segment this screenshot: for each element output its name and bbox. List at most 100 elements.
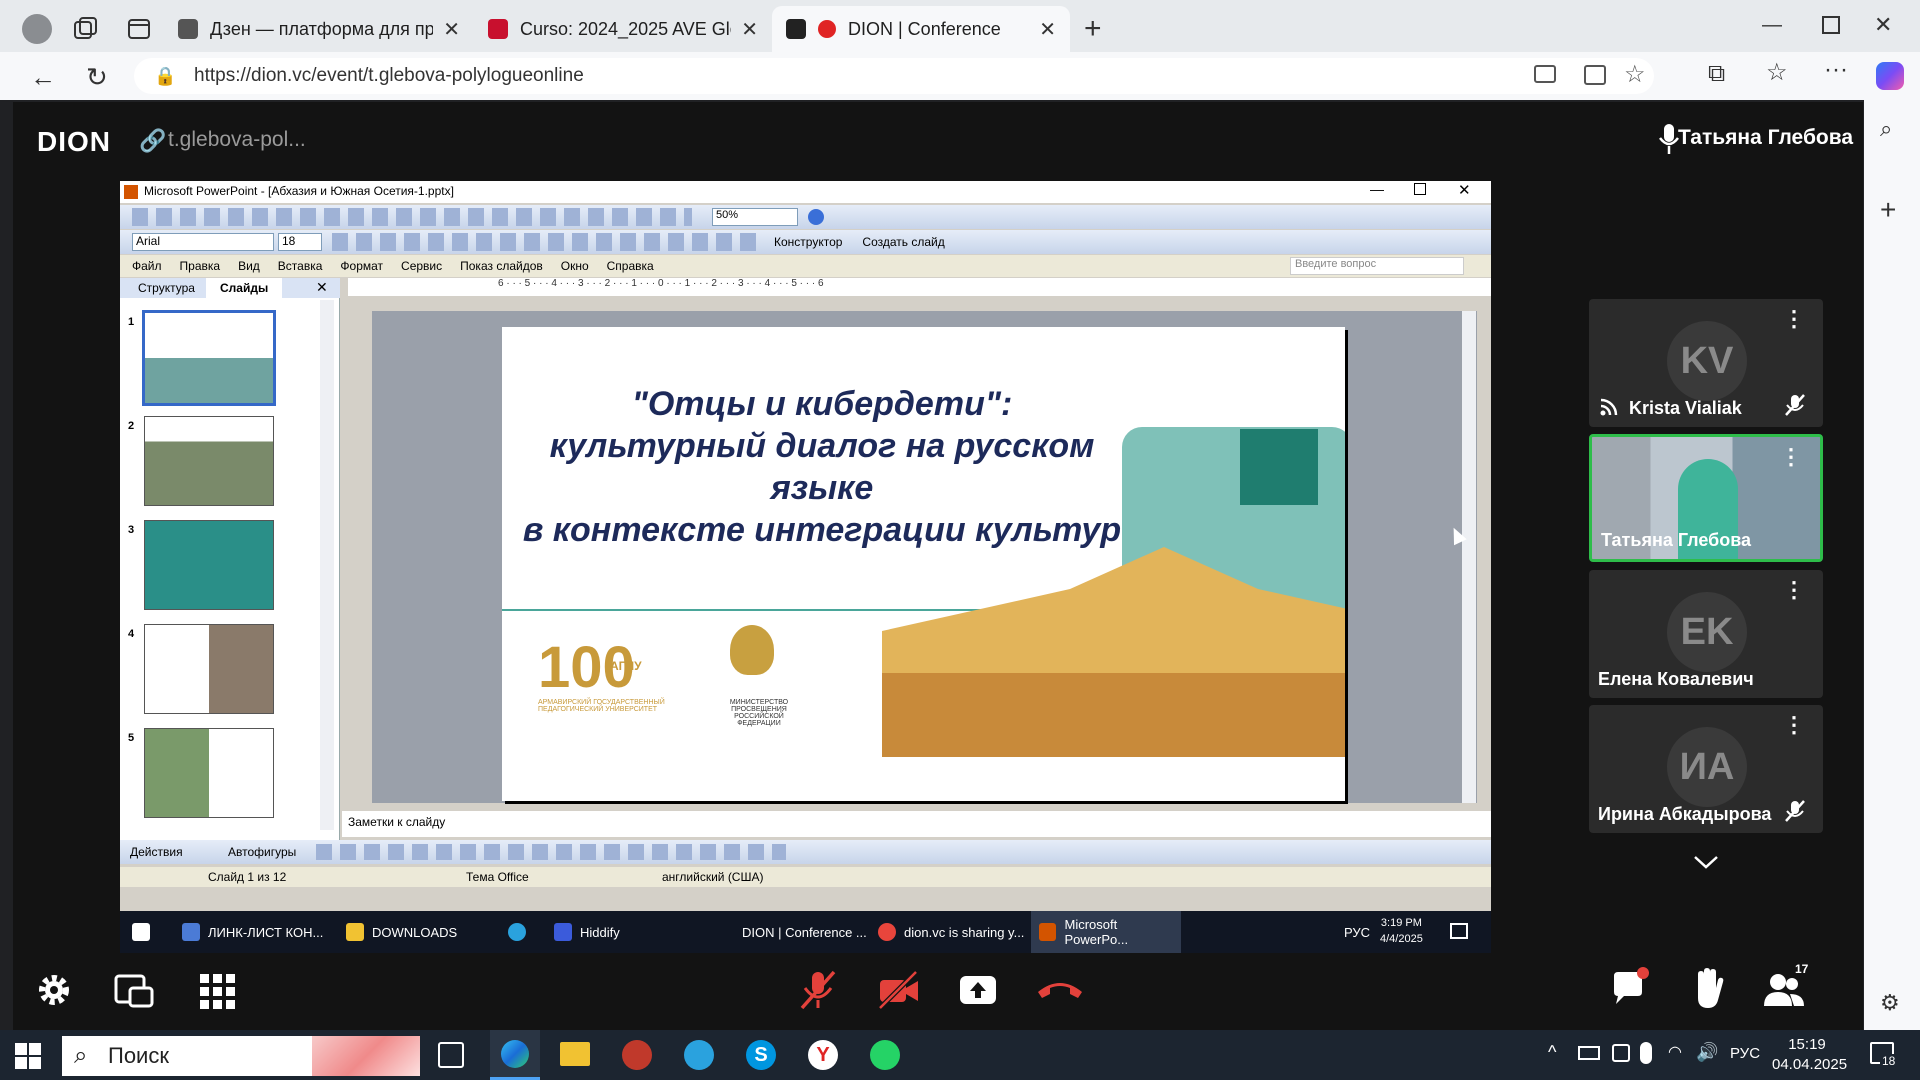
url-field[interactable]: 🔒 https://dion.vc/event/t.glebova-polylo… bbox=[134, 58, 1654, 94]
slide-thumb-5[interactable] bbox=[144, 728, 274, 818]
menu-window[interactable]: Окно bbox=[561, 259, 589, 273]
actions-menu[interactable]: Действия bbox=[130, 845, 183, 859]
help-icon[interactable] bbox=[808, 209, 824, 225]
font-size-select[interactable]: 18 bbox=[278, 233, 322, 251]
toolbar-icons[interactable] bbox=[132, 208, 692, 226]
notes-field[interactable]: Заметки к слайду bbox=[342, 811, 1491, 837]
chat-icon[interactable] bbox=[1608, 966, 1652, 1010]
search-icon[interactable]: ⌕ bbox=[1880, 116, 1892, 142]
more-options-icon[interactable]: ⋮ bbox=[1783, 308, 1805, 330]
screen-layout-icon[interactable] bbox=[112, 968, 156, 1012]
new-slide-button[interactable]: Создать слайд bbox=[862, 235, 944, 249]
settings-gear-icon[interactable] bbox=[32, 968, 76, 1012]
wifi-icon[interactable]: ◠ bbox=[1668, 1042, 1682, 1062]
slide-thumb-2[interactable] bbox=[144, 416, 274, 506]
slide-thumb-1[interactable] bbox=[142, 310, 276, 406]
back-icon[interactable]: ← bbox=[30, 62, 56, 93]
end-call-icon[interactable] bbox=[1034, 968, 1086, 1012]
settings-gear-icon[interactable]: ⚙ bbox=[1880, 990, 1900, 1016]
skype-icon[interactable]: S bbox=[746, 1040, 776, 1070]
menu-slideshow[interactable]: Показ слайдов bbox=[460, 259, 543, 273]
tab-slides[interactable]: Слайды bbox=[206, 278, 283, 298]
share-screen-icon[interactable] bbox=[956, 968, 1000, 1012]
slide-thumb-4[interactable] bbox=[144, 624, 274, 714]
menu-insert[interactable]: Вставка bbox=[278, 259, 323, 273]
zoom-select[interactable]: 50% bbox=[712, 208, 798, 226]
refresh-icon[interactable]: ↻ bbox=[86, 62, 108, 93]
camera-icon[interactable] bbox=[1534, 65, 1556, 83]
file-explorer-icon[interactable] bbox=[560, 1042, 590, 1066]
chevron-down-icon[interactable] bbox=[1692, 852, 1720, 872]
extensions-icon[interactable]: ⧉ bbox=[1708, 60, 1725, 88]
battery-icon[interactable] bbox=[1578, 1046, 1600, 1060]
taskbar-language[interactable]: РУС bbox=[1730, 1045, 1760, 1062]
volume-icon[interactable]: 🔊 bbox=[1696, 1042, 1718, 1063]
favorite-star-icon[interactable]: ☆ bbox=[1624, 60, 1646, 89]
tab-dion-active[interactable]: DION | Conference ✕ bbox=[772, 6, 1070, 52]
tab-outline[interactable]: Структура bbox=[138, 281, 195, 295]
tab-actions-icon[interactable] bbox=[126, 16, 152, 42]
participants-icon[interactable]: 17 bbox=[1762, 962, 1822, 1010]
copilot-icon[interactable] bbox=[1876, 62, 1904, 90]
close-tab-icon[interactable]: ✕ bbox=[443, 17, 460, 42]
close-tab-icon[interactable]: ✕ bbox=[1039, 17, 1056, 42]
workspaces-icon[interactable] bbox=[72, 16, 98, 42]
new-tab-icon[interactable]: + bbox=[1084, 14, 1102, 44]
participant-tile[interactable]: ИА ⋮ Ирина Абкадырова bbox=[1589, 705, 1823, 833]
raise-hand-icon[interactable] bbox=[1686, 966, 1730, 1010]
slide-scrollbar[interactable] bbox=[1462, 311, 1476, 803]
participant-tile[interactable]: EK ⋮ Елена Ковалевич bbox=[1589, 570, 1823, 698]
participant-tile-active[interactable]: ⋮ Татьяна Глебова bbox=[1589, 434, 1823, 562]
more-options-icon[interactable]: ⋮ bbox=[1783, 714, 1805, 736]
mic-muted-icon[interactable] bbox=[796, 968, 840, 1012]
windows-start-icon[interactable] bbox=[14, 1042, 42, 1070]
font-select[interactable]: Arial bbox=[132, 233, 274, 251]
more-options-icon[interactable]: ⋮ bbox=[1783, 579, 1805, 601]
minimize-icon[interactable]: — bbox=[1762, 14, 1782, 37]
edge-taskbar-icon[interactable] bbox=[490, 1030, 540, 1080]
whatsapp-icon[interactable] bbox=[870, 1040, 900, 1070]
apps-grid-icon[interactable] bbox=[196, 970, 240, 1014]
designer-button[interactable]: Конструктор bbox=[774, 235, 842, 249]
event-name[interactable]: t.glebova-pol... bbox=[168, 128, 306, 152]
pane-scrollbar[interactable] bbox=[320, 300, 334, 830]
menu-file[interactable]: Файл bbox=[132, 259, 162, 273]
camera-status-icon[interactable] bbox=[1612, 1044, 1630, 1062]
close-tab-icon[interactable]: ✕ bbox=[741, 17, 758, 42]
mic-status-icon[interactable] bbox=[1640, 1042, 1652, 1064]
taskbar-search[interactable]: ⌕ Поиск bbox=[62, 1036, 420, 1076]
add-icon[interactable]: + bbox=[1880, 194, 1896, 226]
tab-dzen[interactable]: Дзен — платформа для просмот ✕ bbox=[164, 6, 474, 52]
close-window-icon[interactable]: ✕ bbox=[1874, 12, 1892, 38]
ppt-close-icon[interactable]: ✕ bbox=[1458, 181, 1471, 199]
task-view-icon[interactable] bbox=[438, 1042, 464, 1068]
ppt-restore-icon[interactable] bbox=[1414, 183, 1426, 195]
tab-curso[interactable]: Curso: 2024_2025 AVE Global Cur ✕ bbox=[474, 6, 772, 52]
current-slide[interactable]: "Отцы и кибердети": культурный диалог на… bbox=[502, 327, 1345, 801]
participant-tile[interactable]: KV ⋮ Krista Vialiak bbox=[1589, 299, 1823, 427]
slide-thumb-3[interactable] bbox=[144, 520, 274, 610]
favorites-icon[interactable]: ☆ bbox=[1766, 58, 1788, 87]
more-options-icon[interactable]: ⋮ bbox=[1780, 446, 1802, 468]
format-icons[interactable] bbox=[332, 233, 762, 251]
menu-view[interactable]: Вид bbox=[238, 259, 260, 273]
link-icon[interactable]: 🔗 bbox=[139, 128, 166, 154]
menu-format[interactable]: Формат bbox=[340, 259, 383, 273]
camera-off-icon[interactable] bbox=[876, 968, 920, 1012]
menu-tools[interactable]: Сервис bbox=[401, 259, 442, 273]
question-input[interactable]: Введите вопрос bbox=[1290, 257, 1464, 275]
pane-close-icon[interactable]: ✕ bbox=[316, 279, 328, 296]
maximize-icon[interactable] bbox=[1822, 16, 1840, 34]
menu-edit[interactable]: Правка bbox=[180, 259, 221, 273]
menu-help[interactable]: Справка bbox=[607, 259, 654, 273]
autoshapes-menu[interactable]: Автофигуры bbox=[228, 845, 296, 859]
draw-tool-icons[interactable] bbox=[316, 844, 786, 860]
profile-icon[interactable] bbox=[22, 14, 52, 44]
app-available-icon[interactable] bbox=[1584, 65, 1606, 85]
yandex-browser-icon[interactable]: Y bbox=[808, 1040, 838, 1070]
chevron-up-icon[interactable]: ^ bbox=[1548, 1042, 1556, 1063]
app-icon[interactable] bbox=[622, 1040, 652, 1070]
telegram-icon[interactable] bbox=[684, 1040, 714, 1070]
ppt-minimize-icon[interactable]: — bbox=[1370, 181, 1384, 197]
more-menu-icon[interactable]: ··· bbox=[1824, 56, 1848, 84]
